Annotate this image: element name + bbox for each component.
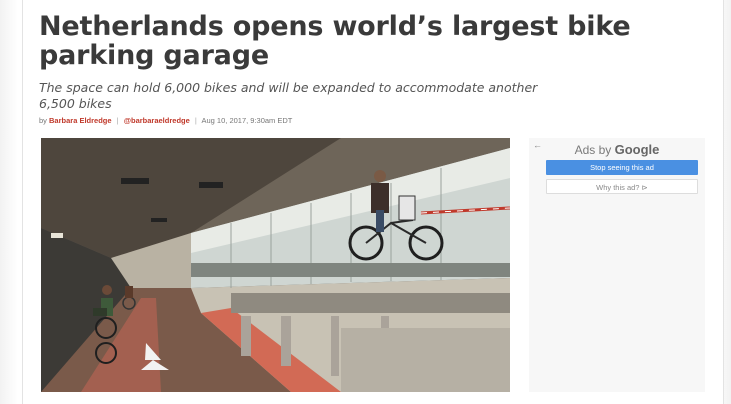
article-headline: Netherlands opens world’s largest bike p… bbox=[39, 11, 631, 71]
ads-by-text: Ads by bbox=[574, 143, 612, 157]
ad-panel: ← Ads by Google Stop seeing this ad Why … bbox=[529, 138, 705, 392]
author-twitter-link[interactable]: @barbaraeldredge bbox=[124, 116, 190, 125]
byline-separator: | bbox=[116, 116, 119, 125]
byline-separator-2: | bbox=[194, 116, 197, 125]
google-logo-text: Google bbox=[614, 142, 660, 157]
author-link[interactable]: Barbara Eldredge bbox=[49, 116, 112, 125]
bike-garage-illustration bbox=[41, 138, 510, 392]
publish-date: Aug 10, 2017, 9:30am EDT bbox=[201, 116, 293, 125]
page-edge-left bbox=[0, 0, 18, 404]
article-photo bbox=[41, 138, 510, 392]
ads-by-google-label: Ads by Google bbox=[529, 142, 705, 157]
byline: by Barbara Eldredge | @barbaraeldredge |… bbox=[39, 116, 292, 125]
article: Netherlands opens world’s largest bike p… bbox=[22, 0, 724, 404]
why-this-ad-button[interactable]: Why this ad? ⊳ bbox=[546, 179, 698, 194]
article-subhead: The space can hold 6,000 bikes and will … bbox=[39, 80, 538, 111]
byline-prefix: by bbox=[39, 116, 47, 125]
stop-seeing-ad-button[interactable]: Stop seeing this ad bbox=[546, 160, 698, 175]
